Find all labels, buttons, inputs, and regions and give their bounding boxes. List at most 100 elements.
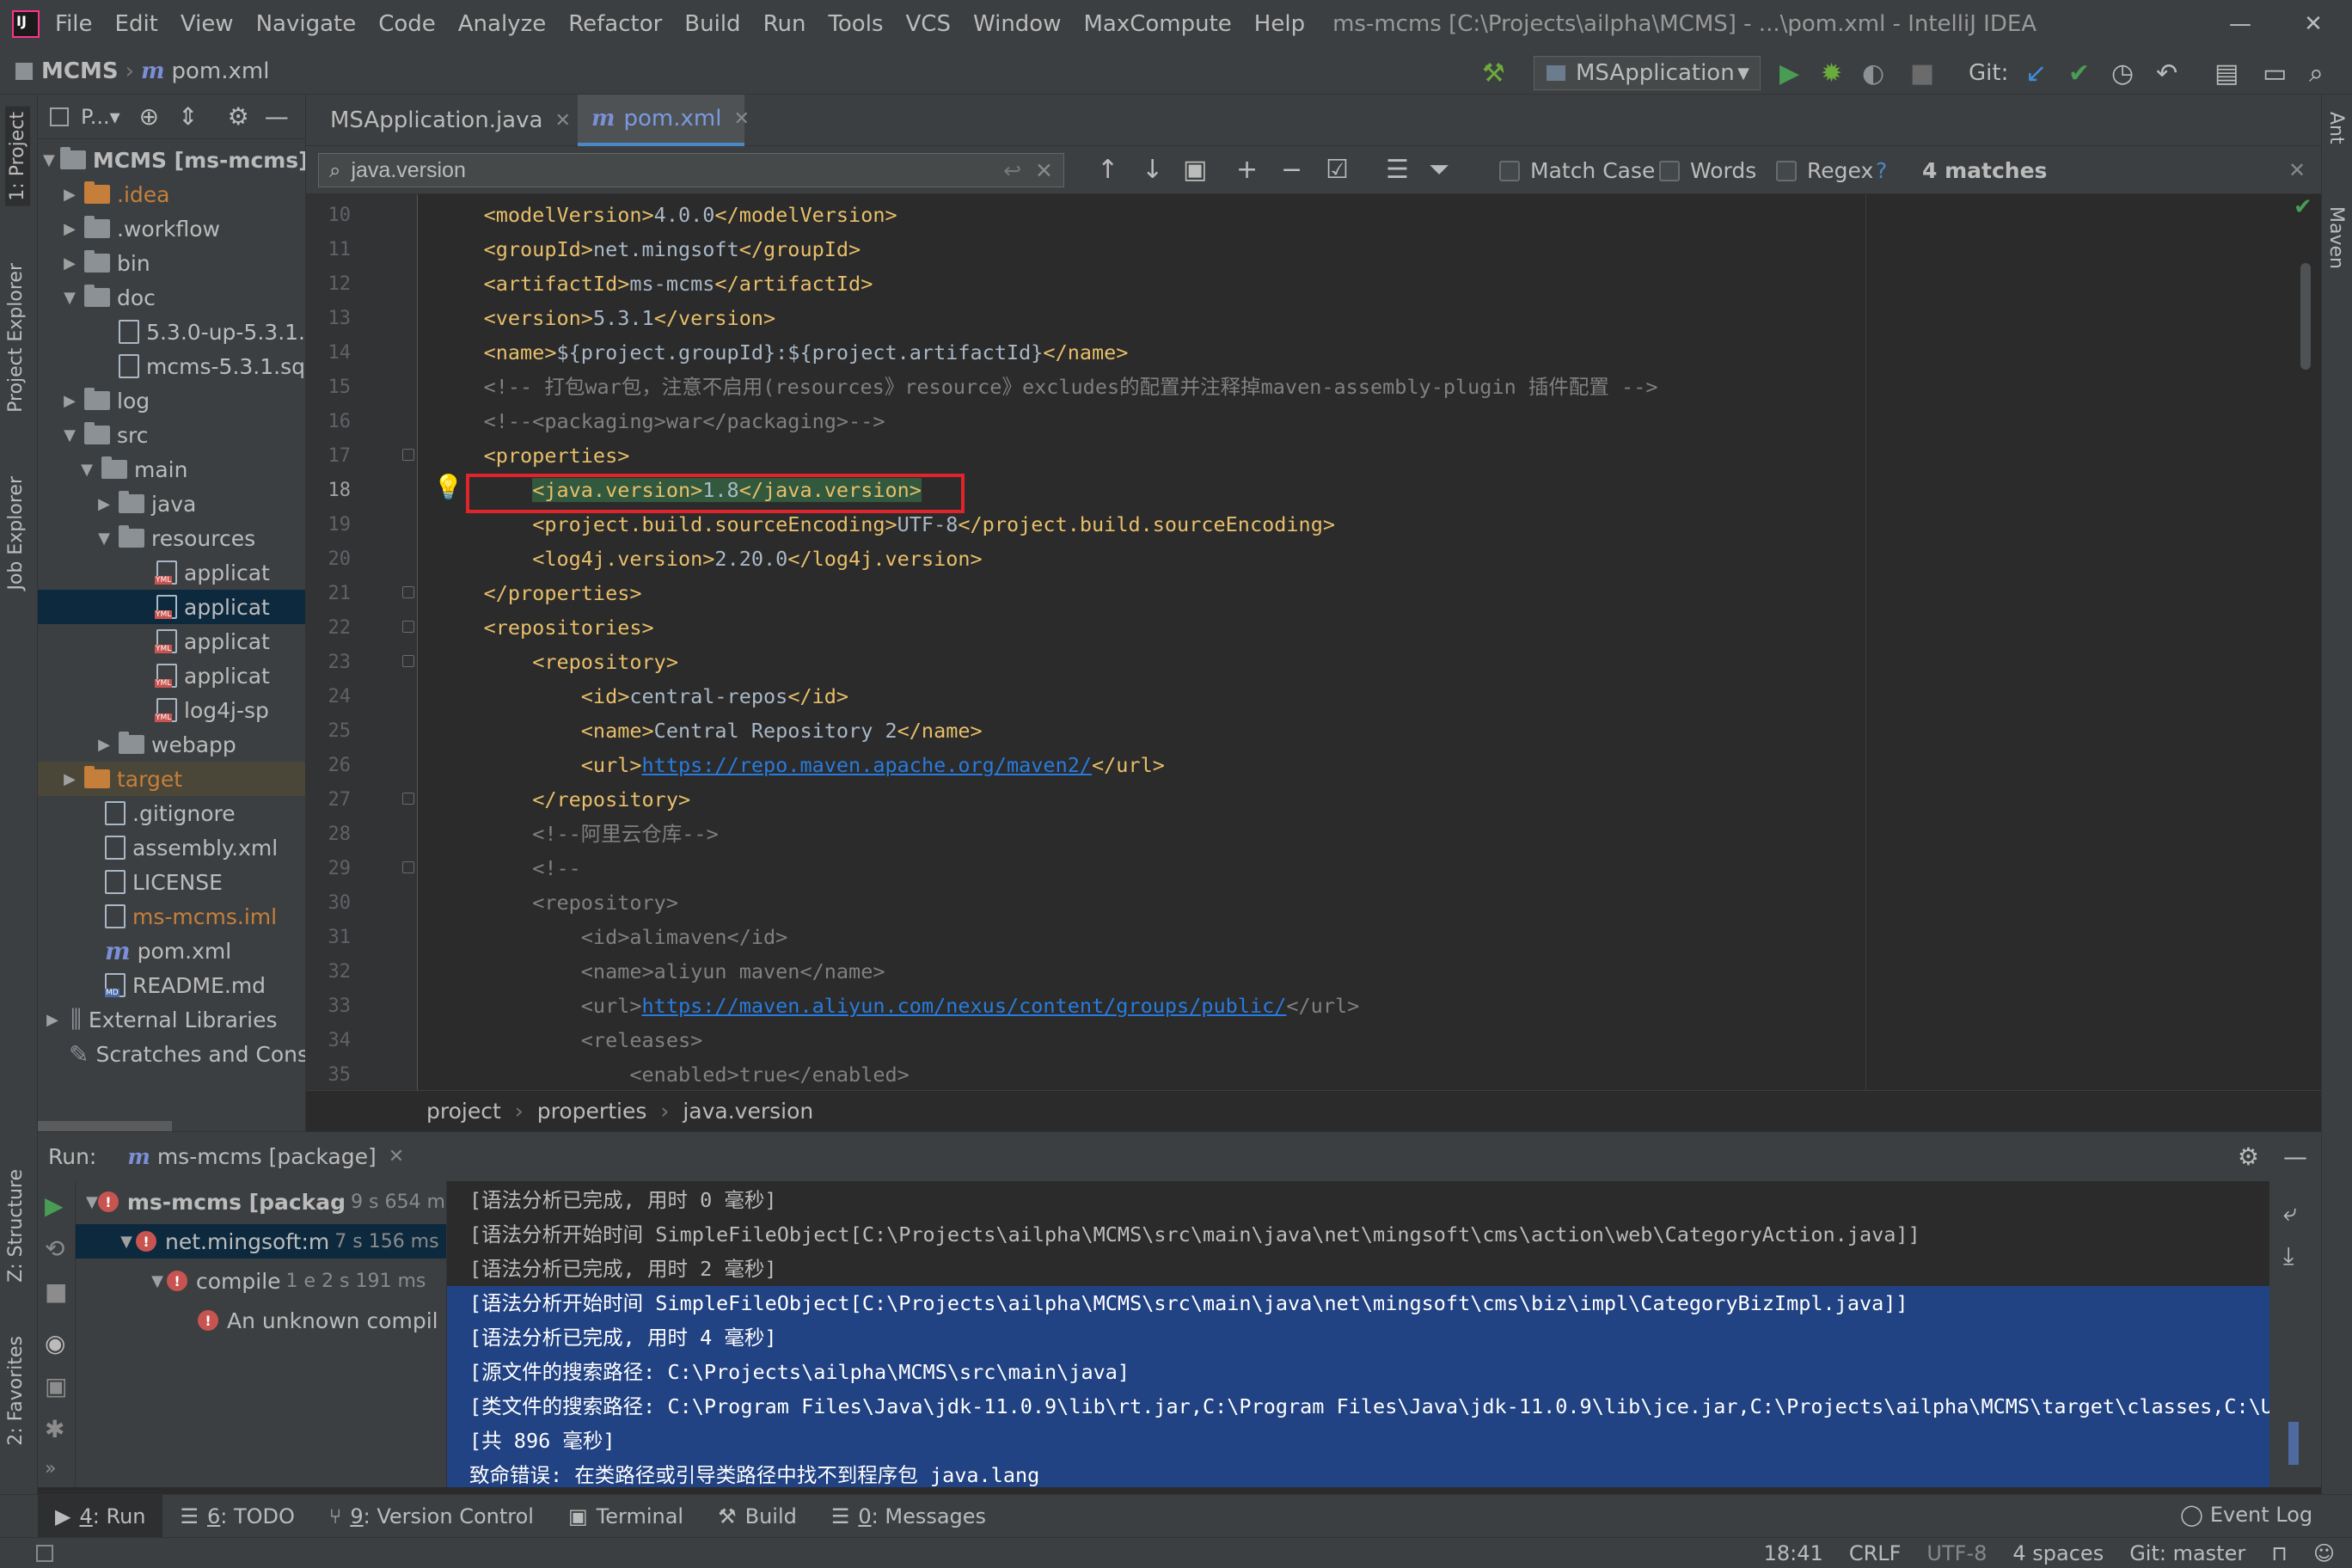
bottom-tab[interactable]: ⚒ Build <box>701 1495 814 1538</box>
tree-item[interactable]: ▶ target <box>38 762 305 796</box>
tree-item[interactable]: ▼ MCMS [ms-mcms] <box>38 143 305 177</box>
fold-marker-icon[interactable] <box>402 655 414 667</box>
code-editor[interactable]: <modelVersion>4.0.0</modelVersion> <grou… <box>418 194 2321 1090</box>
tree-item[interactable]: ▶ ⫼ External Libraries <box>38 1002 305 1037</box>
close-button[interactable]: ✕ <box>2275 0 2352 48</box>
tab-maven[interactable]: Maven <box>2325 206 2347 269</box>
indent-setting[interactable]: 4 spaces <box>2012 1541 2104 1565</box>
search-everywhere-icon[interactable]: ⌕ <box>2309 58 2324 89</box>
tree-toggle-icon[interactable]: ▶ <box>43 1011 62 1029</box>
tree-toggle-icon[interactable]: ▼ <box>86 1193 98 1211</box>
menu-window[interactable]: Window <box>973 11 1062 37</box>
add-occurrence-icon[interactable]: + <box>1236 155 1258 185</box>
menu-navigate[interactable]: Navigate <box>256 11 357 37</box>
select-all-icon[interactable]: ☑ <box>1326 155 1349 185</box>
search-input[interactable] <box>351 157 953 183</box>
tab-job-explorer[interactable]: Job Explorer <box>5 476 27 591</box>
bottom-tab[interactable]: ⑂ 9: Version Control <box>312 1495 551 1538</box>
locate-icon[interactable]: ⊕ <box>139 102 159 131</box>
tree-toggle-icon[interactable]: ▼ <box>95 530 113 548</box>
project-structure-icon[interactable]: ▤ <box>2214 58 2239 89</box>
tree-item[interactable]: mcms-5.3.1.sq <box>38 349 305 383</box>
lock-icon[interactable]: ⊓ <box>2271 1541 2288 1565</box>
tree-item[interactable]: ▶ log <box>38 383 305 418</box>
rerun-icon[interactable]: ▶ <box>45 1191 64 1220</box>
git-update-icon[interactable]: ↙ <box>2025 58 2047 89</box>
tree-toggle-icon[interactable]: ▶ <box>60 220 79 238</box>
tree-item[interactable]: assembly.xml <box>38 830 305 865</box>
run-tree-item[interactable]: ▼! compile 1 e 2 s 191 ms <box>76 1264 446 1298</box>
tab-project-explorer[interactable]: Project Explorer <box>5 263 27 413</box>
clear-search-icon[interactable]: ✕ <box>1035 158 1053 183</box>
filter-icon[interactable]: ⏷ <box>1429 155 1449 185</box>
tree-item[interactable]: ▶ webapp <box>38 727 305 762</box>
close-run-tab-icon[interactable]: ✕ <box>389 1146 404 1167</box>
settings-icon[interactable]: ✱ <box>45 1415 64 1443</box>
hide-run-icon[interactable]: — <box>2283 1142 2307 1171</box>
git-branch[interactable]: Git: master <box>2129 1541 2245 1565</box>
tree-item[interactable]: ▶ .idea <box>38 177 305 211</box>
tree-toggle-icon[interactable]: ▼ <box>77 461 96 479</box>
gear-icon[interactable]: ⚙ <box>228 102 249 131</box>
bottom-tab[interactable]: ▶ 4: Run <box>38 1494 163 1538</box>
menu-analyze[interactable]: Analyze <box>458 11 546 37</box>
soft-wrap-icon[interactable]: ⤶ <box>2283 1198 2297 1228</box>
tree-item[interactable]: ✎ Scratches and Consc <box>38 1037 305 1071</box>
menu-run[interactable]: Run <box>763 11 806 37</box>
bottom-tab[interactable]: ☰ 0: Messages <box>814 1495 1003 1538</box>
tree-item[interactable]: ▼ main <box>38 452 305 487</box>
menu-code[interactable]: Code <box>378 11 436 37</box>
tree-item[interactable]: applicat <box>38 658 305 693</box>
tree-item[interactable]: ▼ resources <box>38 521 305 555</box>
fold-marker-icon[interactable] <box>402 621 414 633</box>
close-tab-icon[interactable]: ✕ <box>733 108 749 130</box>
regex-help-icon[interactable]: ? <box>1876 158 1887 183</box>
nav-file[interactable]: pom.xml <box>171 58 269 84</box>
tree-item[interactable]: LICENSE <box>38 865 305 899</box>
tree-item[interactable]: README.md <box>38 968 305 1002</box>
tree-item[interactable]: ms-mcms.iml <box>38 899 305 934</box>
tree-item[interactable]: log4j-sp <box>38 693 305 727</box>
tab-ant[interactable]: Ant <box>2325 112 2347 144</box>
tree-item[interactable]: ▼ src <box>38 418 305 452</box>
regex-checkbox[interactable]: Regex <box>1776 158 1873 183</box>
menu-build[interactable]: Build <box>684 11 740 37</box>
build-hammer-icon[interactable]: ⚒ <box>1482 58 1505 89</box>
tree-item[interactable]: applicat <box>38 590 305 624</box>
tab-project[interactable]: 1: Project <box>5 107 30 206</box>
tree-toggle-icon[interactable]: ▼ <box>148 1272 167 1290</box>
fold-marker-icon[interactable] <box>402 861 414 873</box>
tree-toggle-icon[interactable]: ▼ <box>117 1233 136 1251</box>
close-find-icon[interactable]: ✕ <box>2288 158 2306 182</box>
run-tree-item[interactable]: ▼! net.mingsoft:m 7 s 156 ms <box>76 1224 446 1259</box>
tree-toggle-icon[interactable]: ▶ <box>60 254 79 273</box>
close-tab-icon[interactable]: ✕ <box>554 110 570 132</box>
tree-scrollbar[interactable] <box>38 1121 172 1131</box>
menu-help[interactable]: Help <box>1254 11 1305 37</box>
run-icon[interactable]: ▶ <box>1779 58 1799 89</box>
toggle-view-icon[interactable]: ⟲ <box>45 1234 64 1263</box>
tree-toggle-icon[interactable]: ▼ <box>60 289 79 307</box>
new-line-icon[interactable]: ↩ <box>1003 158 1021 183</box>
tree-item[interactable]: m pom.xml <box>38 934 305 968</box>
tree-item[interactable]: .gitignore <box>38 796 305 830</box>
tab-structure[interactable]: Z: Structure <box>5 1169 27 1283</box>
tree-toggle-icon[interactable]: ▶ <box>60 392 79 410</box>
crumb-project[interactable]: project <box>426 1099 501 1124</box>
menu-edit[interactable]: Edit <box>115 11 158 37</box>
stop-run-icon[interactable]: ■ <box>45 1277 67 1306</box>
menu-vcs[interactable]: VCS <box>906 11 951 37</box>
menu-refactor[interactable]: Refactor <box>568 11 662 37</box>
collapse-icon[interactable]: ⇕ <box>178 102 198 131</box>
fold-marker-icon[interactable] <box>402 449 414 461</box>
tab-pom-xml[interactable]: m pom.xml ✕ <box>578 95 750 146</box>
terminal-layout-icon[interactable]: ▭ <box>2263 58 2287 89</box>
menu-file[interactable]: File <box>55 11 93 37</box>
remove-occurrence-icon[interactable]: − <box>1281 155 1302 185</box>
caret-position[interactable]: 18:41 <box>1764 1541 1823 1565</box>
menu-maxcompute[interactable]: MaxCompute <box>1083 11 1231 37</box>
git-commit-icon[interactable]: ✔ <box>2068 58 2090 89</box>
select-all-occurrences-icon[interactable]: ▣ <box>1183 155 1207 185</box>
camera-icon[interactable]: ▣ <box>45 1372 67 1400</box>
editor-scrollbar[interactable] <box>2300 263 2311 370</box>
